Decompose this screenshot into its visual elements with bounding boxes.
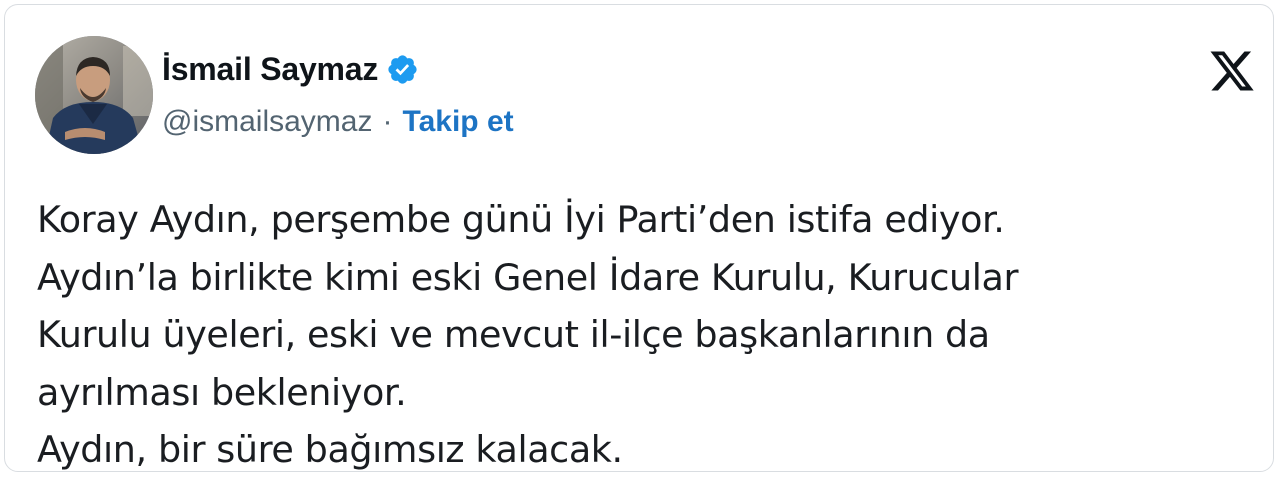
author-name-row: İsmail Saymaz [162,51,419,88]
tweet-line: Koray Aydın, perşembe günü İyi Parti’den… [37,198,1005,241]
tweet-line: Aydın, bir süre bağımsız kalacak. [37,428,623,471]
author-display-name[interactable]: İsmail Saymaz [162,51,378,88]
tweet-card: İsmail Saymaz @ismailsaymaz · Takip et K… [4,4,1274,472]
verified-badge-icon [386,53,419,86]
avatar-photo-icon [35,36,153,154]
handle-separator: · [382,105,393,138]
x-logo-icon[interactable] [1208,47,1256,95]
author-handle[interactable]: @ismailsaymaz [162,105,372,139]
tweet-line: ayrılması bekleniyor. [37,370,407,414]
avatar[interactable] [35,36,153,154]
tweet-line: Kurulu üyeleri, eski ve mevcut il-ilçe b… [37,313,990,356]
author-handle-row: @ismailsaymaz · Takip et [162,105,514,139]
follow-button[interactable]: Takip et [402,105,513,139]
tweet-line: Aydın’la birlikte kimi eski Genel İdare … [37,255,1019,299]
tweet-text: Koray Aydın, perşembe günü İyi Parti’den… [37,191,1257,479]
